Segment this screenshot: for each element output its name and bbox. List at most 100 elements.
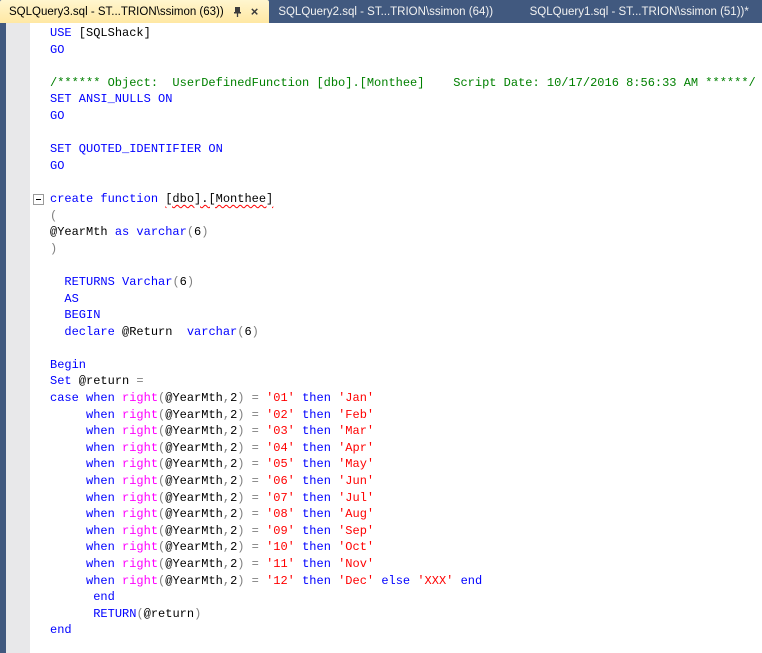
code-token: then (302, 391, 331, 406)
tab-sqlquery3[interactable]: SQLQuery3.sql - ST...TRION\ssimon (63)) … (0, 0, 270, 23)
code-line[interactable]: when right(@YearMth,2) = '11' then 'Nov' (6, 556, 762, 573)
code-line[interactable]: /****** Object: UserDefinedFunction [dbo… (6, 75, 762, 92)
code-token: GO (50, 158, 65, 173)
code-line[interactable]: case when right(@YearMth,2) = '01' then … (6, 390, 762, 407)
code-line[interactable]: when right(@YearMth,2) = '03' then 'Mar' (6, 423, 762, 440)
code-token: when (86, 474, 115, 489)
code-token: '03' (266, 424, 295, 439)
code-line[interactable] (6, 174, 762, 191)
ssms-window: SQLQuery3.sql - ST...TRION\ssimon (63)) … (0, 0, 762, 653)
code-token: declare (64, 324, 115, 339)
code-line[interactable]: SET QUOTED_IDENTIFIER ON (6, 141, 762, 158)
code-token: then (302, 507, 331, 522)
code-token: , (222, 507, 231, 522)
minus-glyph (36, 198, 41, 200)
code-token: 'Apr' (338, 440, 375, 455)
code-token: 'Sep' (338, 523, 375, 538)
code-line[interactable] (6, 125, 762, 142)
code-token: ) (186, 274, 195, 289)
code-token: [dbo].[Monthee] (165, 191, 274, 206)
code-token: = (251, 424, 259, 439)
code-line[interactable]: when right(@YearMth,2) = '05' then 'May' (6, 456, 762, 473)
pin-icon[interactable] (232, 6, 243, 18)
code-token: when (86, 424, 115, 439)
tab-sqlquery1[interactable]: SQLQuery1.sql - ST...TRION\ssimon (51))* (521, 0, 762, 23)
code-line[interactable]: ( (6, 208, 762, 225)
code-token: = (251, 573, 259, 588)
code-token: @YearMth (165, 440, 223, 455)
code-line[interactable]: when right(@YearMth,2) = '02' then 'Feb' (6, 407, 762, 424)
code-line[interactable]: BEGIN (6, 307, 762, 324)
fold-collapse-icon[interactable] (33, 193, 44, 205)
code-token: '01' (266, 391, 295, 406)
code-token: , (222, 391, 231, 406)
code-token: right (122, 523, 159, 538)
code-token: 'XXX' (417, 573, 454, 588)
code-token: , (222, 540, 231, 555)
code-token: @YearMth (165, 557, 223, 571)
code-token: ( (172, 274, 180, 289)
code-line[interactable]: Set @return = (6, 373, 762, 390)
code-line[interactable]: SET ANSI_NULLS ON (6, 91, 762, 108)
code-line[interactable]: when right(@YearMth,2) = '07' then 'Jul' (6, 490, 762, 507)
code-token: = (251, 507, 259, 522)
tab-sqlquery2[interactable]: SQLQuery2.sql - ST...TRION\ssimon (64)) (269, 0, 520, 23)
code-line[interactable] (6, 58, 762, 75)
code-line[interactable]: GO (6, 108, 762, 125)
code-line[interactable]: ) (6, 241, 762, 258)
code-line[interactable] (6, 257, 762, 274)
code-token: ) (50, 241, 58, 256)
code-token: right (122, 573, 159, 588)
code-token: else (381, 573, 411, 588)
code-line[interactable]: when right(@YearMth,2) = '06' then 'Jun' (6, 473, 762, 490)
code-token: when (86, 391, 115, 406)
code-token: end (93, 590, 115, 605)
code-token: case (50, 391, 79, 406)
code-token: '07' (266, 490, 295, 505)
code-token: @YearMth (165, 457, 223, 472)
code-line[interactable]: AS (6, 291, 762, 308)
code-line[interactable] (6, 340, 762, 357)
code-line[interactable]: when right(@YearMth,2) = '09' then 'Sep' (6, 523, 762, 540)
code-token: then (302, 407, 331, 422)
code-line[interactable]: when right(@YearMth,2) = '08' then 'Aug' (6, 506, 762, 523)
code-line[interactable]: RETURN(@return) (6, 606, 762, 623)
code-line[interactable]: when right(@YearMth,2) = '12' then 'Dec'… (6, 573, 762, 590)
code-token: , (222, 523, 231, 538)
code-token: right (122, 391, 159, 406)
code-area[interactable]: USE [SQLShack] GO/****** Object: UserDefi… (6, 25, 762, 639)
code-line[interactable]: end (6, 589, 762, 606)
code-line[interactable]: GO (6, 158, 762, 175)
code-line[interactable]: RETURNS Varchar(6) (6, 274, 762, 291)
code-line[interactable]: Begin (6, 357, 762, 374)
close-icon[interactable]: × (249, 5, 261, 18)
code-line[interactable]: when right(@YearMth,2) = '04' then 'Apr' (6, 440, 762, 457)
code-line[interactable]: end (6, 622, 762, 639)
code-token: = (251, 440, 259, 455)
code-line[interactable]: USE [SQLShack] (6, 25, 762, 42)
code-line[interactable]: GO (6, 42, 762, 59)
editor: USE [SQLShack] GO/****** Object: UserDefi… (0, 23, 762, 653)
code-token: = (251, 391, 259, 406)
code-token: ( (136, 606, 144, 621)
code-line[interactable]: @YearMth as varchar(6) (6, 224, 762, 241)
code-line[interactable]: when right(@YearMth,2) = '10' then 'Oct' (6, 539, 762, 556)
code-line[interactable]: declare @Return varchar(6) (6, 324, 762, 341)
code-line[interactable]: create function [dbo].[Monthee] (6, 191, 762, 208)
